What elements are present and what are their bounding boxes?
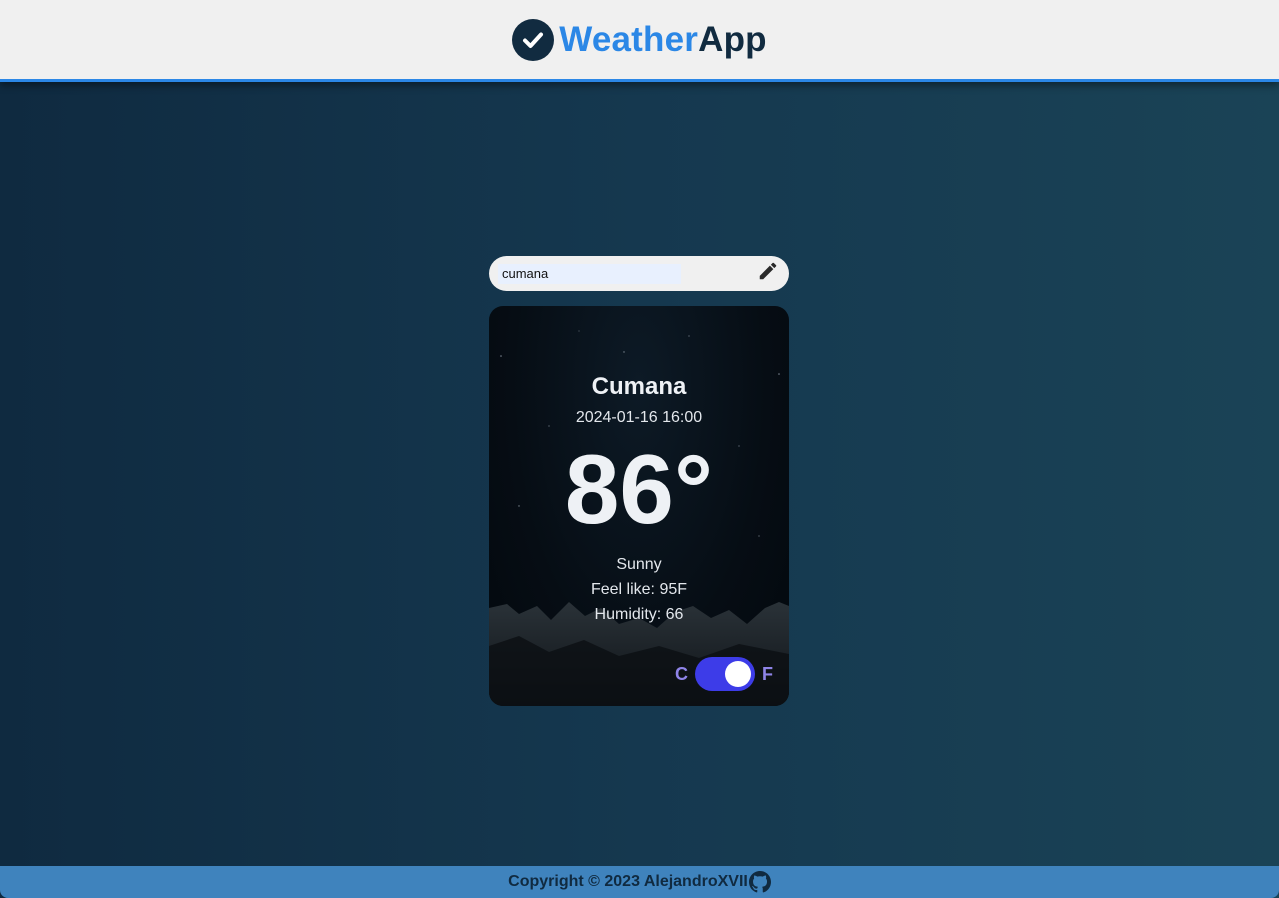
page-footer: Copyright © 2023 AlejandroXVII (0, 866, 1279, 898)
pencil-icon (757, 260, 779, 287)
app-title-app: App (698, 19, 767, 59)
city-name: Cumana (591, 373, 687, 400)
check-circle-icon (512, 18, 555, 61)
edit-search-button[interactable] (756, 262, 779, 285)
temperature-value: 86° (564, 434, 714, 544)
city-search-input[interactable] (498, 263, 681, 284)
feels-like: Feel like: 95F (590, 581, 688, 598)
weather-condition: Sunny (616, 556, 662, 573)
celsius-label[interactable]: C (675, 664, 688, 685)
app-header: WeatherApp (0, 0, 1279, 82)
city-search-bar (489, 256, 789, 291)
copyright-text: Copyright © 2023 AlejandroXVII (508, 873, 748, 890)
app-title: WeatherApp (559, 20, 767, 60)
github-icon (748, 871, 771, 893)
brand-logo[interactable]: WeatherApp (512, 18, 767, 61)
humidity: Humidity: 66 (594, 606, 684, 623)
app-title-weather: Weather (559, 19, 699, 59)
local-datetime: 2024-01-16 16:00 (575, 409, 703, 426)
switch-knob (725, 661, 751, 687)
unit-toggle: C F (675, 657, 773, 691)
fahrenheit-label[interactable]: F (762, 664, 773, 685)
weather-card: Cumana 2024-01-16 16:00 86° Sunny Feel l… (489, 306, 789, 706)
github-link[interactable]: Copyright © 2023 AlejandroXVII (508, 871, 771, 893)
unit-switch[interactable] (695, 657, 755, 691)
